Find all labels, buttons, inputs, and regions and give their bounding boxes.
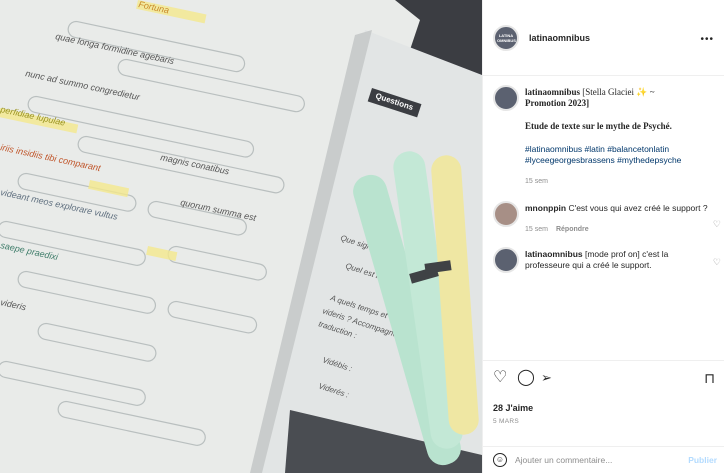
- reply-button[interactable]: Répondre: [556, 226, 589, 233]
- author-avatar[interactable]: LATINA OMNIBUS: [493, 24, 519, 51]
- post-actions: ♡ ◯ ➢ ⊓ 28 J'aime 5 MARS ☺ Ajouter un co…: [483, 360, 724, 473]
- post-window: Fortuna quae longa formidine agebaris nu…: [0, 0, 724, 473]
- avatar-logo-text: LATINA OMNIBUS: [497, 32, 516, 43]
- comments-list: latinaomnibus [Stella Glaciei ✨ ~ Promot…: [483, 77, 724, 360]
- more-horizontal-icon[interactable]: •••: [700, 34, 714, 45]
- post-date: 5 MARS: [493, 418, 520, 425]
- caption-time: 15 sem: [525, 178, 548, 185]
- emoji-icon[interactable]: ☺: [493, 453, 507, 467]
- comment-text: latinaomnibus [mode prof on] c'est la pr…: [525, 249, 669, 270]
- comment-item: mnonppin C'est vous qui avez créé le sup…: [483, 187, 724, 235]
- add-comment-bar: ☺ Ajouter un commentaire... Publier: [483, 446, 724, 473]
- publish-button[interactable]: Publier: [688, 455, 717, 465]
- commenter-avatar[interactable]: [493, 247, 519, 273]
- comment-icon[interactable]: ◯: [517, 370, 535, 386]
- commenter-avatar[interactable]: [493, 201, 519, 227]
- action-icons: ♡ ◯ ➢ ⊓: [483, 361, 724, 393]
- caption-line2: Promotion 2023]: [525, 98, 590, 108]
- comment-item: latinaomnibus [mode prof on] c'est la pr…: [483, 235, 724, 273]
- likes-count[interactable]: 28 J'aime: [493, 403, 533, 413]
- caption-comment: latinaomnibus [Stella Glaciei ✨ ~ Promot…: [483, 77, 724, 187]
- comment-username[interactable]: mnonppin: [525, 203, 566, 213]
- post-header: LATINA OMNIBUS latinaomnibus •••: [483, 0, 724, 76]
- bookmark-icon[interactable]: ⊓: [704, 370, 715, 386]
- post-photo[interactable]: Fortuna quae longa formidine agebaris nu…: [0, 0, 482, 473]
- send-icon[interactable]: ➢: [541, 370, 552, 386]
- post-sidebar: LATINA OMNIBUS latinaomnibus ••• latinao…: [482, 0, 724, 473]
- author-avatar[interactable]: [493, 85, 519, 111]
- caption-username[interactable]: latinaomnibus: [525, 87, 580, 97]
- comment-text: mnonppin C'est vous qui avez créé le sup…: [525, 203, 708, 213]
- author-username[interactable]: latinaomnibus: [529, 33, 590, 43]
- caption-body: Etude de texte sur le mythe de Psyché.: [525, 121, 672, 131]
- comment-input[interactable]: Ajouter un commentaire...: [515, 455, 612, 465]
- comment-like-icon[interactable]: ♡: [713, 219, 721, 230]
- caption-line1: [Stella Glaciei ✨ ~: [580, 87, 655, 97]
- photo-illustration: Fortuna quae longa formidine agebaris nu…: [0, 0, 482, 473]
- comment-meta: 15 sem Répondre: [525, 224, 713, 235]
- comment-like-icon[interactable]: ♡: [713, 257, 721, 268]
- caption-text: latinaomnibus [Stella Glaciei ✨ ~ Promot…: [525, 87, 713, 109]
- caption-hashtags[interactable]: #latinaomnibus #latin #balancetonlatin #…: [525, 144, 713, 166]
- comment-time: 15 sem: [525, 226, 548, 233]
- comment-username[interactable]: latinaomnibus: [525, 249, 583, 259]
- heart-icon[interactable]: ♡: [493, 370, 507, 386]
